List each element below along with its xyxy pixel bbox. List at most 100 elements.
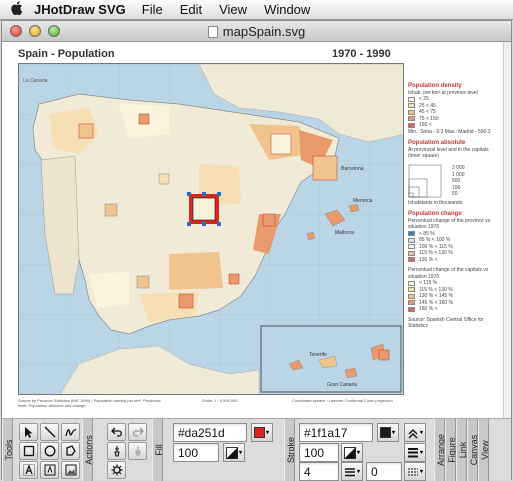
stroke-color-field[interactable]: #1f1a17 bbox=[299, 423, 373, 442]
link-panel-label[interactable]: Link bbox=[456, 419, 468, 481]
line-tool-button[interactable] bbox=[40, 423, 59, 441]
redo-icon bbox=[132, 427, 144, 437]
legend-swatch bbox=[408, 293, 415, 299]
stroke-width-icon bbox=[345, 467, 355, 476]
stroke-type-button[interactable]: ▾ bbox=[404, 443, 426, 462]
fill-opacity-field[interactable]: 100 bbox=[173, 443, 219, 462]
fill-panel-label[interactable]: Fill bbox=[152, 419, 164, 481]
stroke-opacity-button[interactable]: ▾ bbox=[341, 443, 363, 462]
chevron-down-icon: ▾ bbox=[266, 430, 270, 436]
menu-view[interactable]: View bbox=[219, 2, 247, 17]
legend-item: 160 % < bbox=[419, 306, 438, 312]
eyedropper-icon bbox=[113, 446, 120, 457]
legend-swatch bbox=[408, 96, 415, 102]
legend-swatch bbox=[408, 287, 415, 293]
stroke-type-icon bbox=[408, 447, 418, 457]
image-icon bbox=[65, 464, 76, 476]
drawing-canvas[interactable]: Spain - Population 1970 - 1990 La Canari… bbox=[2, 42, 511, 418]
legend-swatch bbox=[408, 109, 415, 115]
stroke-width-field[interactable]: 4 bbox=[299, 462, 339, 481]
pick-attributes-button[interactable] bbox=[107, 442, 126, 460]
text-area-tool-button[interactable] bbox=[40, 461, 59, 479]
menu-edit[interactable]: Edit bbox=[180, 2, 202, 17]
chevron-down-icon: ▾ bbox=[239, 450, 243, 456]
selection-tool-button[interactable] bbox=[19, 423, 38, 441]
legend-swatch bbox=[408, 244, 415, 250]
opacity-icon bbox=[226, 446, 238, 459]
map-title: Spain - Population bbox=[18, 48, 115, 60]
legend-square-scale-icon bbox=[408, 164, 442, 197]
stroke-join-button[interactable]: ▾ bbox=[404, 423, 426, 442]
legend-swatch bbox=[408, 257, 415, 263]
text-icon bbox=[22, 464, 35, 476]
chevron-down-icon: ▾ bbox=[392, 430, 396, 436]
fill-opacity-button[interactable]: ▾ bbox=[223, 443, 245, 462]
text-tool-button[interactable] bbox=[19, 461, 38, 479]
polygon-icon bbox=[65, 445, 76, 456]
apple-menu-icon[interactable] bbox=[0, 0, 34, 19]
rectangle-tool-button[interactable] bbox=[19, 442, 38, 460]
legend-swatch bbox=[408, 122, 415, 128]
map-figure[interactable]: La Canaria Tenerife Gran Canaria Menorca… bbox=[18, 63, 404, 395]
label-canarias: La Canaria bbox=[23, 78, 48, 84]
legend-item: 130 % < bbox=[419, 256, 438, 263]
map-scale: Scale: 1 : 6,500,000 bbox=[202, 398, 238, 403]
figure-panel-label[interactable]: Figure bbox=[445, 419, 457, 481]
ellipse-icon bbox=[44, 445, 55, 457]
label-menorca: Menorca bbox=[353, 198, 373, 204]
legend-absolute-value: 50 bbox=[452, 191, 458, 197]
view-panel-label[interactable]: View bbox=[478, 419, 490, 481]
chevrons-up-icon bbox=[408, 428, 418, 438]
label-gran-canaria: Gran Canaria bbox=[327, 382, 358, 388]
chevron-down-icon: ▾ bbox=[420, 430, 424, 436]
fill-color-button[interactable]: ▾ bbox=[251, 423, 273, 442]
menu-file[interactable]: File bbox=[142, 2, 163, 17]
window-title: mapSpain.svg bbox=[222, 24, 306, 39]
label-mallorca: Mallorca bbox=[335, 230, 354, 236]
toolbar-palette: Tools Actions Fill #da251d ▾ 100 ▾ Strok… bbox=[2, 418, 511, 481]
redo-button[interactable] bbox=[128, 423, 147, 441]
legend-absolute-note: Inhabitants in thousands bbox=[408, 199, 463, 206]
map-legend[interactable]: Population density Inhab. per km² at pro… bbox=[408, 78, 500, 330]
stroke-color-swatch bbox=[380, 427, 391, 438]
image-tool-button[interactable] bbox=[61, 461, 80, 479]
vertical-scrollbar[interactable] bbox=[503, 42, 511, 418]
legend-item: 150 < bbox=[419, 122, 432, 128]
actions-panel-label[interactable]: Actions bbox=[82, 419, 94, 481]
stroke-width-button[interactable]: ▾ bbox=[341, 462, 363, 481]
stroke-opacity-field[interactable]: 100 bbox=[299, 443, 339, 462]
document-icon bbox=[207, 26, 218, 38]
legend-capital-sub: Percentual change of the capitals vs sit… bbox=[408, 267, 489, 280]
polygon-tool-button[interactable] bbox=[61, 442, 80, 460]
stroke-dash-field[interactable]: 0 bbox=[366, 462, 402, 481]
apply-attributes-button[interactable] bbox=[128, 442, 147, 460]
legend-swatch bbox=[408, 237, 415, 243]
legend-swatch bbox=[408, 231, 415, 237]
tools-panel-label[interactable]: Tools bbox=[2, 419, 14, 481]
stroke-dash-button[interactable]: ▾ bbox=[404, 462, 426, 481]
chevron-down-icon: ▾ bbox=[420, 450, 424, 456]
legend-density-note: Min.: Soria - 9.3 Max.: Madrid - 590.3 bbox=[408, 128, 491, 135]
dash-pattern-icon bbox=[408, 467, 418, 476]
menu-window[interactable]: Window bbox=[264, 2, 310, 17]
fill-color-field[interactable]: #da251d bbox=[173, 423, 247, 442]
app-menu[interactable]: JHotDraw SVG bbox=[34, 2, 126, 17]
stroke-panel-label[interactable]: Stroke bbox=[284, 419, 296, 481]
scribble-tool-button[interactable] bbox=[61, 423, 80, 441]
ellipse-tool-button[interactable] bbox=[40, 442, 59, 460]
chevron-down-icon: ▾ bbox=[420, 469, 424, 475]
arrange-panel-label[interactable]: Arrange bbox=[434, 419, 446, 481]
settings-action-button[interactable] bbox=[107, 461, 126, 479]
map-footer-right: Coordinate system / Lambert Conformal Co… bbox=[292, 398, 393, 403]
canvas-panel-label[interactable]: Canvas bbox=[467, 419, 479, 481]
brush-icon bbox=[135, 446, 140, 456]
window-titlebar[interactable]: mapSpain.svg bbox=[2, 21, 511, 42]
legend-absolute-value: 3 000 bbox=[452, 165, 465, 171]
stroke-color-button[interactable]: ▾ bbox=[377, 423, 399, 442]
fill-color-swatch bbox=[254, 427, 265, 438]
undo-button[interactable] bbox=[107, 423, 126, 441]
legend-swatch bbox=[408, 306, 415, 312]
legend-absolute-sub: At provincial level and in the capitals … bbox=[408, 146, 489, 160]
arrow-pointer-icon bbox=[24, 427, 32, 438]
legend-swatch bbox=[408, 250, 415, 256]
